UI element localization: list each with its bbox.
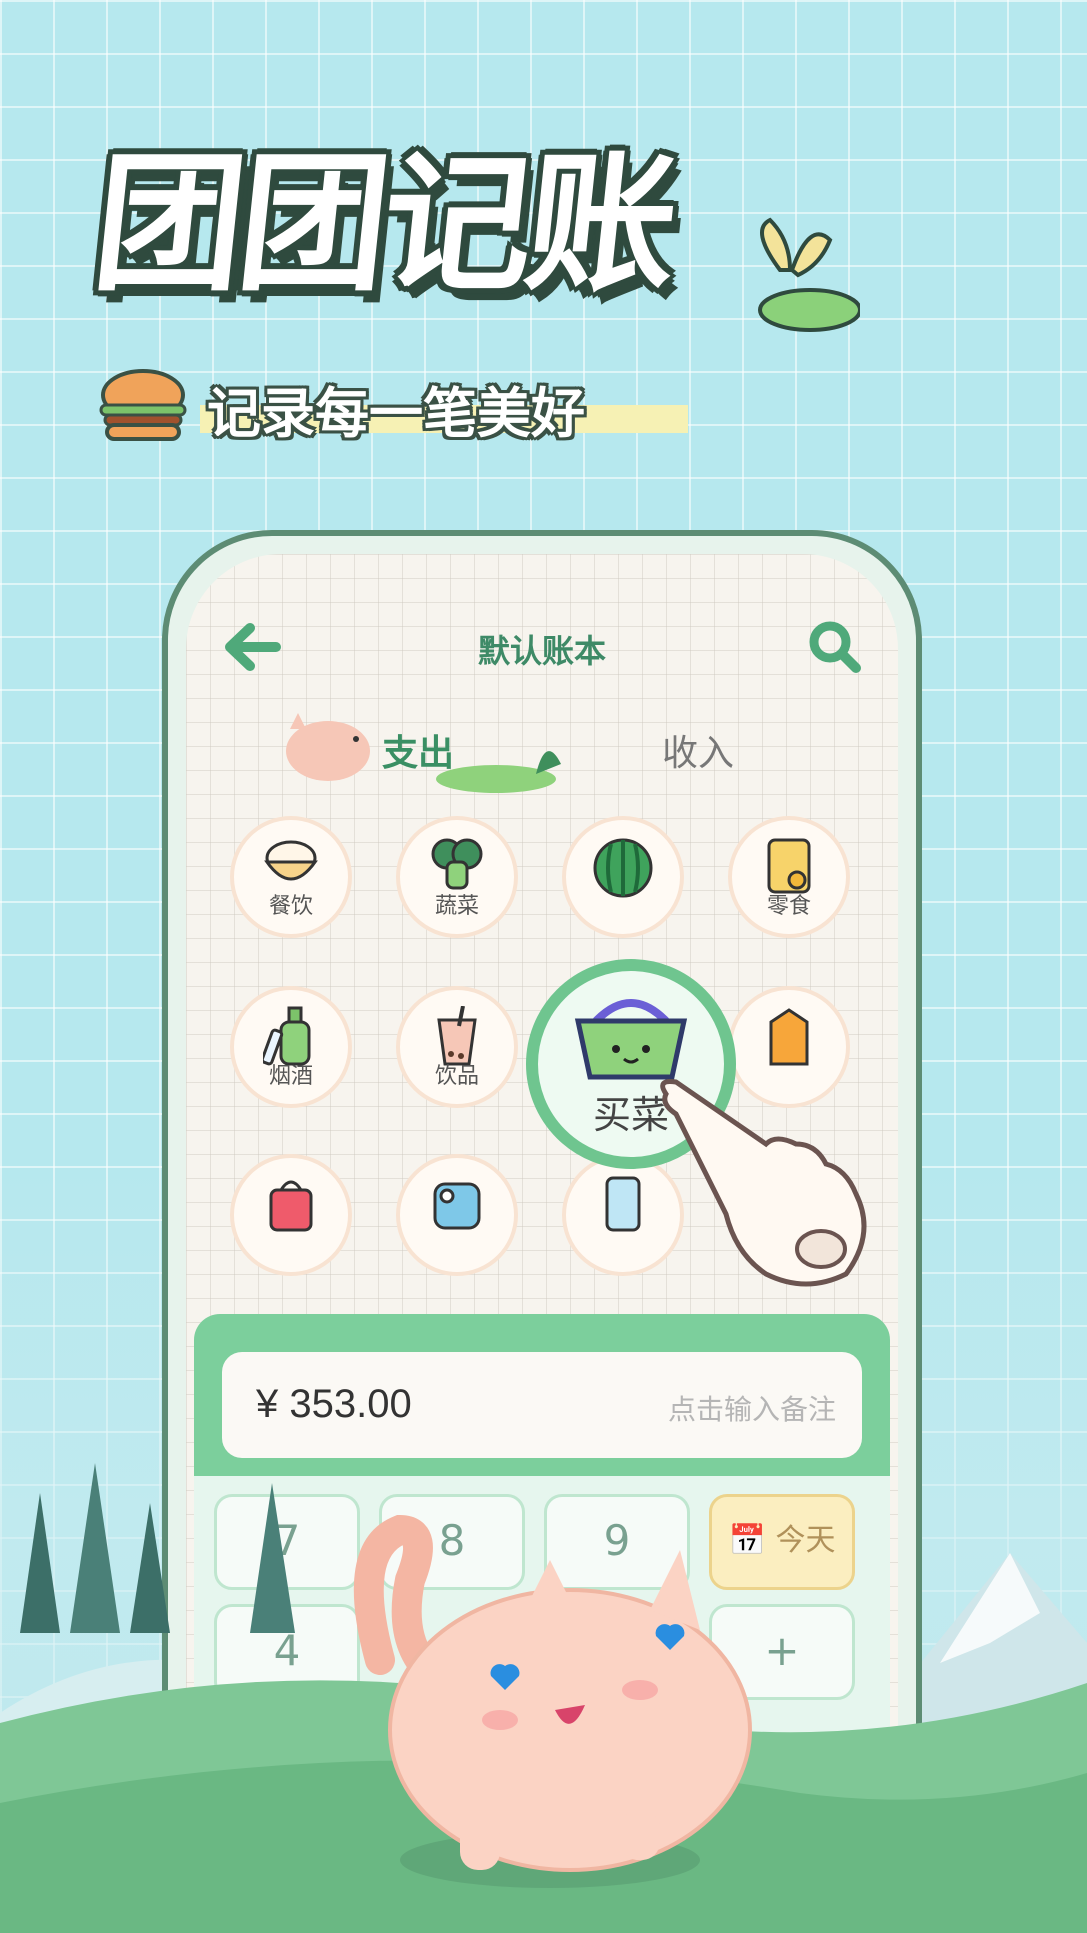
category-alcohol[interactable]: 烟酒 (230, 986, 352, 1108)
milk-carton-icon (769, 1008, 809, 1066)
tab-income[interactable]: 收入 (662, 724, 734, 776)
snack-bag-icon (767, 838, 811, 894)
toilet-paper-icon (433, 1182, 481, 1230)
bottle-icon (263, 1006, 311, 1066)
category-drink[interactable]: 饮品 (396, 986, 518, 1108)
key-today-label: 今天 (775, 1523, 836, 1558)
slogan-text: 记录每一笔美好 (207, 382, 585, 445)
pig-mascot (353, 1514, 752, 1888)
category-snack[interactable]: 零食 (728, 816, 850, 938)
search-icon[interactable] (806, 618, 862, 674)
category-fruit[interactable] (562, 816, 684, 938)
phone-icon (605, 1176, 641, 1232)
broccoli-icon (431, 838, 483, 890)
trees-illustration (20, 1463, 295, 1633)
tab-expense[interactable]: 支出 (382, 724, 454, 776)
book-title[interactable]: 默认账本 (186, 626, 898, 672)
category-daily[interactable] (396, 1154, 518, 1276)
category-vegetable[interactable]: 蔬菜 (396, 816, 518, 938)
note-input[interactable]: 点击输入备注 (668, 1388, 836, 1428)
app-title: 团团记账 (85, 138, 681, 312)
burger-icon (99, 369, 187, 441)
watermelon-icon (593, 838, 653, 898)
rice-bowl-icon (264, 840, 318, 881)
basket-icon (574, 999, 688, 1080)
sprout-icon (758, 217, 860, 332)
category-shopping[interactable] (230, 1154, 352, 1276)
category-food[interactable]: 餐饮 (230, 816, 352, 938)
bubble-tea-icon (437, 1006, 477, 1066)
pointing-hand-icon (660, 1079, 867, 1287)
shopping-bag-icon (269, 1180, 313, 1232)
pig-mascot-small (286, 713, 370, 781)
